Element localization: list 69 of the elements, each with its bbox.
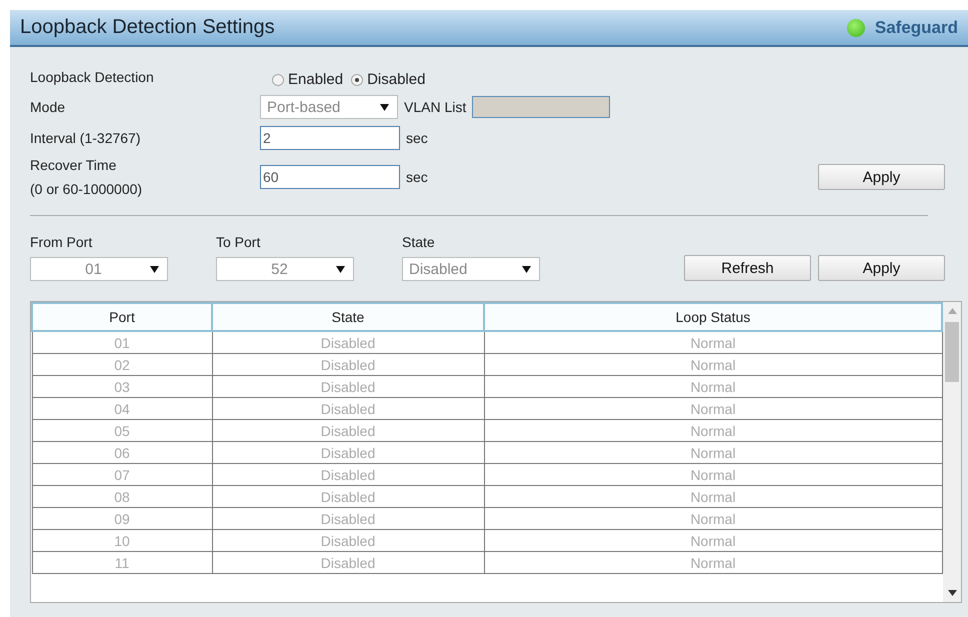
field-label: Recover Time: [30, 157, 118, 173]
table-cell: 09: [32, 508, 212, 530]
table-cell: 03: [32, 376, 212, 398]
table-cell: 05: [32, 420, 212, 442]
field-label: Loopback Detection: [30, 68, 155, 84]
table-cell: Disabled: [212, 464, 484, 486]
page-title: Loopback Detection Settings: [20, 16, 275, 39]
table-cell: Disabled: [212, 486, 484, 508]
safeguard-label: Safeguard: [874, 18, 958, 38]
table-cell: Disabled: [212, 420, 484, 442]
field-label: Interval (1-32767): [30, 130, 142, 146]
table-cell: 01: [32, 331, 212, 354]
caret-icon: [522, 266, 531, 272]
table-cell: 10: [32, 530, 212, 552]
scroll-down-icon[interactable]: [948, 590, 956, 596]
filter-dropdown[interactable]: Disabled: [402, 257, 540, 281]
table-cell: 04: [32, 398, 212, 420]
filter-label: State: [402, 234, 436, 250]
unit-label: sec: [406, 169, 428, 185]
caret-icon: [150, 266, 159, 272]
radio-option[interactable]: Disabled: [351, 71, 426, 88]
table-cell: Normal: [484, 552, 942, 574]
table-cell: Disabled: [212, 442, 484, 464]
filter-dropdown[interactable]: 01: [30, 257, 168, 281]
table-cell: 08: [32, 486, 212, 508]
filter-label: From Port: [30, 234, 94, 250]
column-header: Loop Status: [484, 303, 942, 331]
table-cell: Disabled: [212, 508, 484, 530]
table-cell: 07: [32, 464, 212, 486]
scroll-up-icon[interactable]: [948, 308, 956, 314]
radio-option[interactable]: Enabled: [272, 71, 344, 88]
filter-dropdown[interactable]: 52: [216, 257, 354, 281]
column-header: Port: [32, 303, 212, 331]
scrollbar-thumb[interactable]: [945, 322, 959, 382]
table-cell: 06: [32, 442, 212, 464]
table-cell: 02: [32, 354, 212, 376]
table-cell: Normal: [484, 442, 942, 464]
filter-label: To Port: [216, 234, 262, 250]
caret-icon: [336, 266, 345, 272]
field-label: VLAN List: [404, 99, 466, 115]
table-cell: Normal: [484, 486, 942, 508]
caret-icon: [380, 104, 389, 110]
recover-time-field[interactable]: 60: [260, 165, 400, 189]
table-cell: Normal: [484, 508, 942, 530]
table-cell: Disabled: [212, 552, 484, 574]
table-cell: Disabled: [212, 398, 484, 420]
unit-label: sec: [406, 130, 428, 146]
field-hint: (0 or 60-1000000): [30, 181, 144, 197]
table-cell: Disabled: [212, 376, 484, 398]
table-cell: 11: [32, 552, 212, 574]
field-label: Mode: [30, 99, 66, 115]
interval-field[interactable]: 2: [260, 126, 400, 150]
table-cell: Normal: [484, 398, 942, 420]
table-cell: Normal: [484, 331, 942, 354]
refresh-button[interactable]: Refresh: [684, 255, 811, 281]
status-dot-icon: [846, 18, 865, 36]
apply-button[interactable]: Apply: [818, 255, 945, 281]
column-header: State: [212, 303, 484, 331]
table-cell: Disabled: [212, 530, 484, 552]
scrollbar[interactable]: [943, 302, 961, 602]
table-cell: Normal: [484, 464, 942, 486]
table-cell: Normal: [484, 354, 942, 376]
table-cell: Disabled: [212, 331, 484, 354]
table-cell: Normal: [484, 420, 942, 442]
table-cell: Normal: [484, 530, 942, 552]
mode-dropdown[interactable]: Port-based: [260, 95, 398, 119]
table-cell: Disabled: [212, 354, 484, 376]
apply-button[interactable]: Apply: [818, 164, 945, 190]
table-cell: Normal: [484, 376, 942, 398]
